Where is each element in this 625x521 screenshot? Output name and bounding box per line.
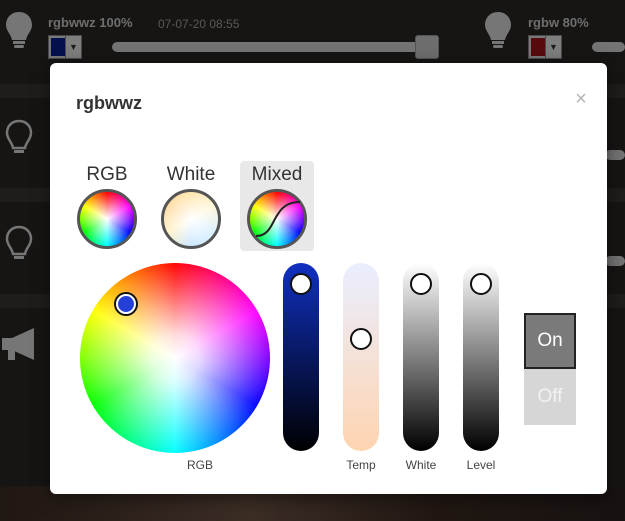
slider-handle[interactable] <box>410 273 432 296</box>
curve-overlay-icon <box>255 201 301 237</box>
slider-handle[interactable] <box>470 273 492 296</box>
white-wheel-icon <box>161 189 221 249</box>
on-button[interactable]: On <box>524 313 576 369</box>
mode-label: White <box>166 164 216 185</box>
mode-tab-rgb[interactable]: RGB <box>70 161 144 251</box>
mixed-wheel-icon <box>247 189 307 249</box>
color-dialog: rgbwwz × RGB White Mixed RGB Temp White … <box>50 63 607 494</box>
dialog-title: rgbwwz <box>76 93 142 113</box>
color-wheel-label: RGB <box>186 458 213 472</box>
level-slider[interactable] <box>463 263 499 451</box>
rgb-wheel-icon <box>77 189 137 249</box>
temperature-slider-label: Temp <box>346 458 376 472</box>
mode-label: Mixed <box>251 164 303 185</box>
mode-tab-white[interactable]: White <box>154 161 228 251</box>
temperature-slider[interactable] <box>343 263 379 451</box>
off-button[interactable]: Off <box>524 369 576 425</box>
close-icon[interactable]: × <box>573 88 589 111</box>
power-toggle[interactable]: On Off <box>524 313 576 425</box>
level-slider-label: Level <box>466 458 496 472</box>
slider-handle[interactable] <box>350 327 372 350</box>
mode-tab-mixed[interactable]: Mixed <box>240 161 314 251</box>
blue-brightness-slider[interactable] <box>283 263 319 451</box>
color-wheel[interactable] <box>80 263 270 453</box>
slider-handle[interactable] <box>290 273 312 296</box>
color-wheel-handle[interactable] <box>116 294 136 314</box>
mode-label: RGB <box>86 164 128 185</box>
white-slider[interactable] <box>403 263 439 451</box>
white-slider-label: White <box>405 458 437 472</box>
